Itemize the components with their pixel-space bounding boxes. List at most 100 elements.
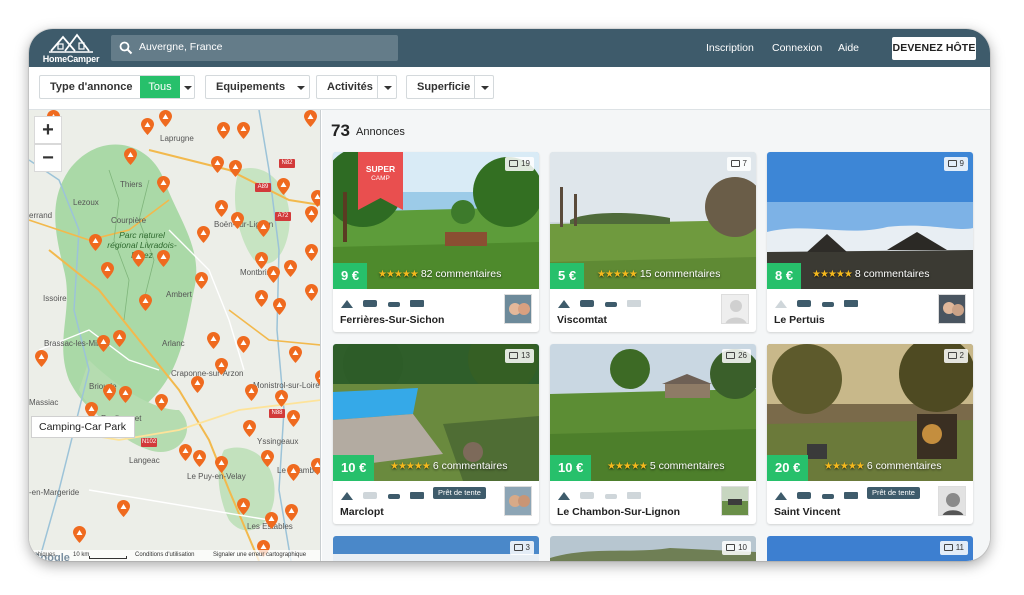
campsite-pin-icon[interactable] [195, 272, 208, 289]
campsite-pin-icon[interactable] [215, 200, 228, 217]
campsite-pin-icon[interactable] [89, 234, 102, 251]
activities-filter[interactable]: Activités [316, 75, 397, 99]
terms-link[interactable]: Conditions d'utilisation [135, 552, 195, 558]
rating: ★★★★★ 8 commentaires [812, 268, 930, 280]
campsite-pin-icon[interactable] [237, 336, 250, 353]
campsite-pin-icon[interactable] [132, 250, 145, 267]
listing-card[interactable]: 11 [767, 536, 973, 561]
campsite-pin-icon[interactable] [141, 118, 154, 135]
listing-card[interactable]: 13 10 € ★★★★★ 6 commentaires Prêt de tent… [333, 344, 539, 524]
campsite-pin-icon[interactable] [273, 298, 286, 315]
campsite-pin-icon[interactable] [275, 390, 288, 407]
campsite-pin-icon[interactable] [315, 370, 321, 387]
listing-photo[interactable]: 13 10 € ★★★★★ 6 commentaires [333, 344, 539, 481]
campsite-pin-icon[interactable] [117, 500, 130, 517]
zoom-in-button[interactable]: + [34, 116, 62, 144]
campsite-pin-icon[interactable] [311, 190, 321, 207]
campsite-pin-icon[interactable] [243, 420, 256, 437]
listing-photo[interactable]: SUPER CAMP 19 9 € ★★★★★ 82 commentaires [333, 152, 539, 289]
campsite-pin-icon[interactable] [255, 290, 268, 307]
listing-card[interactable]: 7 5 € ★★★★★ 15 commentaires Viscomtat [550, 152, 756, 332]
campsite-pin-icon[interactable] [217, 122, 230, 139]
campsite-pin-icon[interactable] [157, 250, 170, 267]
campsite-pin-icon[interactable] [35, 350, 48, 367]
area-filter[interactable]: Superficie [406, 75, 494, 99]
become-host-button[interactable]: DEVENEZ HÔTE [892, 37, 976, 60]
host-avatar[interactable] [721, 294, 749, 324]
campsite-pin-icon[interactable] [207, 332, 220, 349]
campsite-pin-icon[interactable] [237, 122, 250, 139]
campsite-pin-icon[interactable] [193, 450, 206, 467]
campsite-pin-icon[interactable] [305, 206, 318, 223]
listing-photo[interactable]: 26 10 € ★★★★★ 5 commentaires [550, 344, 756, 481]
listing-title[interactable]: Le Chambon-Sur-Lignon [557, 506, 680, 518]
campsite-pin-icon[interactable] [231, 212, 244, 229]
campsite-pin-icon[interactable] [287, 410, 300, 427]
host-avatar[interactable] [504, 294, 532, 324]
campsite-pin-icon[interactable] [211, 156, 224, 173]
listing-title[interactable]: Marclopt [340, 506, 384, 518]
campsite-pin-icon[interactable] [119, 386, 132, 403]
campsite-pin-icon[interactable] [73, 526, 86, 543]
campsite-pin-icon[interactable] [285, 504, 298, 521]
host-avatar[interactable] [721, 486, 749, 516]
campsite-pin-icon[interactable] [215, 358, 228, 375]
campsite-pin-icon[interactable] [155, 394, 168, 411]
campsite-pin-icon[interactable] [265, 512, 278, 529]
equipment-filter[interactable]: Equipements [205, 75, 310, 99]
signup-link[interactable]: Inscription [706, 42, 754, 54]
campsite-pin-icon[interactable] [304, 110, 317, 127]
login-link[interactable]: Connexion [772, 42, 822, 54]
campsite-pin-icon[interactable] [289, 346, 302, 363]
campsite-pin-icon[interactable] [103, 384, 116, 401]
campsite-pin-icon[interactable] [139, 294, 152, 311]
campsite-pin-icon[interactable] [267, 266, 280, 283]
campsite-pin-icon[interactable] [157, 176, 170, 193]
campsite-pin-icon[interactable] [261, 450, 274, 467]
listing-card[interactable]: 2 20 € ★★★★★ 6 commentaires Prêt de tente… [767, 344, 973, 524]
campsite-pin-icon[interactable] [179, 444, 192, 461]
campsite-pin-icon[interactable] [191, 376, 204, 393]
zoom-out-button[interactable]: − [34, 144, 62, 172]
campsite-pin-icon[interactable] [277, 178, 290, 195]
host-avatar[interactable] [938, 486, 966, 516]
chevron-down-icon[interactable] [184, 86, 192, 90]
campsite-pin-icon[interactable] [311, 458, 321, 475]
listing-photo[interactable]: 7 5 € ★★★★★ 15 commentaires [550, 152, 756, 289]
listing-card[interactable]: 26 10 € ★★★★★ 5 commentaires Le Chambon-S… [550, 344, 756, 524]
campsite-pin-icon[interactable] [287, 464, 300, 481]
report-link[interactable]: Signaler une erreur cartographique [213, 552, 306, 558]
campsite-pin-icon[interactable] [215, 456, 228, 473]
listing-card[interactable]: 9 8 € ★★★★★ 8 commentaires Le Pertuis [767, 152, 973, 332]
listing-title[interactable]: Saint Vincent [774, 506, 840, 518]
campsite-pin-icon[interactable] [237, 498, 250, 515]
campsite-pin-icon[interactable] [245, 384, 258, 401]
campsite-pin-icon[interactable] [284, 260, 297, 277]
campsite-pin-icon[interactable] [159, 110, 172, 127]
listing-title[interactable]: Viscomtat [557, 314, 607, 326]
help-link[interactable]: Aide [838, 42, 859, 54]
campsite-pin-icon[interactable] [113, 330, 126, 347]
campsite-pin-icon[interactable] [97, 335, 110, 352]
campsite-pin-icon[interactable] [305, 284, 318, 301]
campsite-pin-icon[interactable] [101, 262, 114, 279]
host-avatar[interactable] [938, 294, 966, 324]
listing-photo[interactable]: 2 20 € ★★★★★ 6 commentaires [767, 344, 973, 481]
search-input[interactable]: Auvergne, France [111, 35, 398, 61]
listing-card[interactable]: 3 [333, 536, 539, 561]
listing-type-selected[interactable]: Tous [140, 76, 180, 98]
listing-title[interactable]: Le Pertuis [774, 314, 825, 326]
listing-card[interactable]: 10 [550, 536, 756, 561]
listing-type-filter[interactable]: Type d'annonce Tous [39, 75, 195, 99]
listing-photo[interactable]: 9 8 € ★★★★★ 8 commentaires [767, 152, 973, 289]
campsite-pin-icon[interactable] [124, 148, 137, 165]
campsite-pin-icon[interactable] [197, 226, 210, 243]
campsite-pin-icon[interactable] [257, 220, 270, 237]
logo[interactable]: HomeCamper [41, 31, 99, 65]
map[interactable]: Laprugne Thiers Lezoux Courpière Boën-su… [29, 110, 321, 561]
listing-title[interactable]: Ferrières-Sur-Sichon [340, 314, 444, 326]
campsite-pin-icon[interactable] [229, 160, 242, 177]
campsite-pin-icon[interactable] [305, 244, 318, 261]
listing-card[interactable]: SUPER CAMP 19 9 € ★★★★★ 82 commentaires F… [333, 152, 539, 332]
host-avatar[interactable] [504, 486, 532, 516]
